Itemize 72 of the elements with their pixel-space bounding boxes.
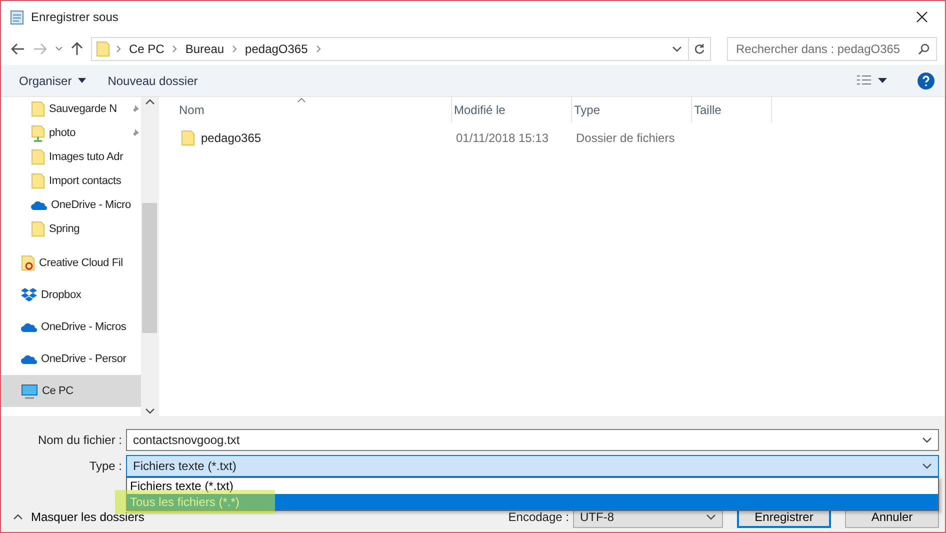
scroll-up-icon[interactable] [144, 99, 154, 105]
close-icon [916, 11, 928, 23]
scrollbar-thumb[interactable] [142, 203, 157, 333]
folder-icon [31, 221, 45, 237]
sort-indicator-icon [297, 97, 306, 103]
list-view-icon [856, 74, 872, 88]
file-name-label: Nom du fichier : [36, 433, 123, 447]
date-cell-text: 01/11/2018 15:13 [455, 131, 550, 145]
dropdown-option[interactable]: Fichiers texte (*.txt) [127, 478, 938, 494]
encoding-label: Encodage : [508, 510, 569, 524]
type-dropdown[interactable]: Fichiers texte (*.txt) [126, 455, 939, 477]
window-title: Enregistrer sous [31, 10, 120, 24]
search-field[interactable]: Rechercher dans : pedagO365 [727, 37, 937, 61]
hide-folders-button[interactable]: Masquer les dossiers [13, 510, 144, 524]
folder-icon [31, 101, 45, 117]
chevron-down-icon [144, 408, 154, 414]
address-bar[interactable]: Ce PC Bureau pedagO365 [91, 37, 711, 61]
sidebar-item[interactable]: Spring [1, 217, 141, 241]
type-label: Type : [88, 459, 123, 473]
sidebar-item[interactable]: Import contacts [1, 169, 141, 193]
dropbox-icon [21, 288, 37, 302]
chevron-down-icon [706, 514, 716, 520]
chevron-up-icon [144, 99, 154, 105]
breadcrumb-separator-icon [116, 45, 121, 53]
sidebar-item[interactable]: Dropbox [1, 279, 141, 311]
history-button[interactable] [55, 46, 63, 52]
chevron-down-icon [922, 437, 932, 443]
cloud-icon [31, 200, 47, 210]
cloud-icon [21, 322, 37, 332]
help-icon[interactable] [917, 72, 935, 90]
type-cell-text: Dossier de fichiers [575, 131, 676, 145]
breadcrumb[interactable]: Bureau [183, 42, 226, 56]
sidebar-item[interactable]: Images tuto Adr [1, 145, 141, 169]
refresh-icon [694, 43, 705, 55]
chevron-down-icon [672, 46, 682, 52]
up-button[interactable] [71, 42, 83, 56]
dropdown-arrow-icon [78, 78, 86, 83]
notepad-icon [9, 9, 25, 25]
sidebar-item[interactable]: photo [1, 121, 141, 145]
back-button[interactable] [11, 43, 25, 55]
folder-icon [181, 130, 195, 146]
sidebar-item[interactable]: OneDrive - Micros [1, 311, 141, 343]
chevron-up-icon [13, 514, 23, 520]
cloud-icon [21, 354, 37, 364]
sidebar-item[interactable]: Sauvegarde N [1, 97, 141, 121]
search-icon [918, 43, 930, 55]
column-header[interactable]: Taille [692, 97, 772, 123]
breadcrumb-separator-icon [232, 45, 238, 53]
sidebar-item[interactable]: Ce PC [1, 375, 141, 407]
chevron-down-icon [922, 463, 932, 469]
breadcrumb-separator-icon [316, 45, 321, 53]
breadcrumb-separator-icon [172, 45, 178, 53]
cloud-folder-icon [21, 255, 35, 271]
file-name-cell[interactable]: pedago365 [177, 130, 452, 146]
scroll-down-icon[interactable] [144, 408, 154, 414]
folder-icon [31, 173, 45, 189]
sidebar-item[interactable]: OneDrive - Persor [1, 343, 141, 375]
folder-icon [96, 41, 110, 57]
breadcrumb[interactable]: Ce PC [127, 42, 166, 56]
file-name-field[interactable]: contactsnovgoog.txt [126, 429, 939, 451]
breadcrumb[interactable]: pedagO365 [243, 42, 310, 56]
sidebar-item[interactable]: OneDrive - Micro [1, 193, 141, 217]
column-header[interactable]: Type [572, 97, 692, 123]
folder-icon [31, 149, 45, 165]
network-folder-icon [31, 124, 45, 142]
column-header[interactable]: Nom [177, 97, 452, 123]
organize-button[interactable]: Organiser [13, 72, 92, 90]
sidebar-item[interactable]: Creative Cloud Fil [1, 247, 141, 279]
computer-icon [21, 384, 38, 398]
new-folder-button[interactable]: Nouveau dossier [102, 72, 204, 90]
dropdown-arrow-icon [878, 78, 887, 83]
column-header[interactable]: Modifié le [452, 97, 572, 123]
